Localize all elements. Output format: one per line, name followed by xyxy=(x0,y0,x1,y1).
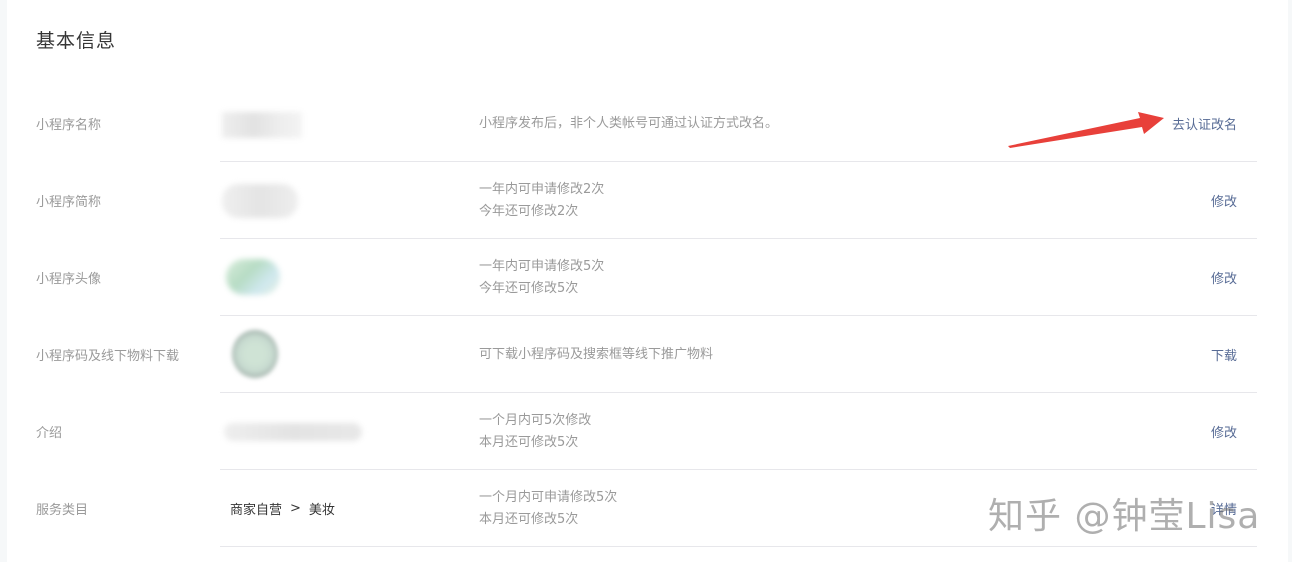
row-desc: 一年内可申请修改5次 今年还可修改5次 xyxy=(479,258,605,296)
row-code-download: 小程序码及线下物料下载 可下载小程序码及搜索框等线下推广物料 下载 xyxy=(7,316,1288,393)
row-desc: 小程序发布后，非个人类帐号可通过认证方式改名。 xyxy=(479,115,779,131)
short-name-value-blurred xyxy=(220,162,460,239)
watermark: 知乎 @钟莹Lisa xyxy=(988,496,1261,537)
name-value-blurred xyxy=(220,85,460,162)
row-label: 小程序简称 xyxy=(36,195,102,210)
row-desc: 一年内可申请修改2次 今年还可修改2次 xyxy=(479,181,605,219)
row-label: 服务类目 xyxy=(36,503,89,518)
row-label: 小程序头像 xyxy=(36,272,102,287)
row-label: 介绍 xyxy=(36,426,63,441)
edit-avatar-link[interactable]: 修改 xyxy=(1211,239,1237,316)
row-short-name: 小程序简称 一年内可申请修改2次 今年还可修改2次 修改 xyxy=(7,162,1288,239)
red-arrow-icon xyxy=(1008,112,1164,148)
category-value: 商家自营 > 美妆 xyxy=(220,470,460,547)
row-intro: 介绍 一个月内可5次修改 本月还可修改5次 修改 xyxy=(7,393,1288,470)
divider xyxy=(220,546,1257,547)
category-primary: 商家自营 xyxy=(230,503,283,518)
row-label: 小程序码及线下物料下载 xyxy=(36,349,180,364)
section-title: 基本信息 xyxy=(36,30,117,52)
category-path: 商家自营 > 美妆 xyxy=(230,470,335,547)
mini-program-code-image xyxy=(220,316,460,393)
row-avatar: 小程序头像 一年内可申请修改5次 今年还可修改5次 修改 xyxy=(7,239,1288,316)
edit-short-name-link[interactable]: 修改 xyxy=(1211,162,1237,239)
category-secondary: 美妆 xyxy=(308,503,335,518)
row-desc: 一个月内可申请修改5次 本月还可修改5次 xyxy=(479,489,618,527)
category-separator: > xyxy=(290,501,301,516)
basic-info-panel: 基本信息 小程序名称 小程序发布后，非个人类帐号可通过认证方式改名。 去认证改名… xyxy=(7,0,1288,562)
row-desc: 一个月内可5次修改 本月还可修改5次 xyxy=(479,412,592,450)
download-link[interactable]: 下载 xyxy=(1211,316,1237,393)
row-desc: 可下载小程序码及搜索框等线下推广物料 xyxy=(479,346,714,362)
row-label: 小程序名称 xyxy=(36,118,102,133)
verify-rename-link[interactable]: 去认证改名 xyxy=(1172,85,1237,162)
avatar xyxy=(220,239,460,316)
edit-intro-link[interactable]: 修改 xyxy=(1211,393,1237,470)
intro-value-blurred xyxy=(220,393,460,470)
